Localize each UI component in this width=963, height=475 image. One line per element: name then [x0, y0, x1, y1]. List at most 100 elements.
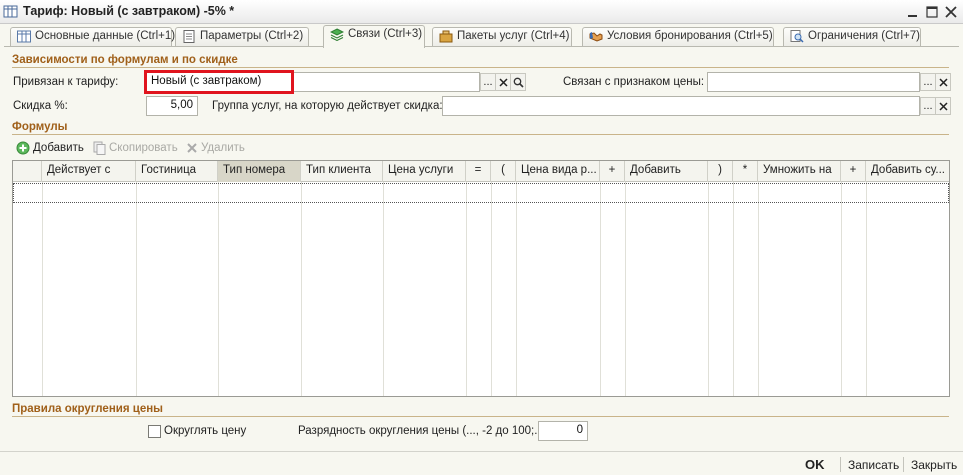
window-title: Тариф: Новый (с завтраком) -5% * — [23, 4, 235, 18]
document-icon — [183, 30, 195, 43]
title-bar: Тариф: Новый (с завтраком) -5% * — [0, 0, 963, 24]
search-doc-icon — [790, 30, 804, 43]
tariff-clear-button[interactable] — [495, 73, 511, 91]
column-header[interactable]: Цена услуги — [383, 161, 466, 182]
discount-input[interactable]: 5,00 — [146, 96, 198, 116]
service-group-label: Группа услуг, на которую действует скидк… — [212, 100, 443, 112]
table-row[interactable] — [13, 183, 949, 203]
add-icon — [16, 141, 30, 155]
copy-icon — [93, 141, 106, 155]
column-header[interactable]: Гостиница — [136, 161, 218, 182]
column-header[interactable]: Добавить — [625, 161, 708, 182]
tab-label: Связи (Ctrl+3) — [348, 28, 423, 40]
tab-label: Пакеты услуг (Ctrl+4) — [457, 30, 570, 42]
price-sign-label: Связан с признаком цены: — [563, 76, 705, 88]
maximize-icon[interactable] — [924, 4, 940, 20]
delete-button[interactable]: Удалить — [186, 140, 245, 156]
tariff-window: Тариф: Новый (с завтраком) -5% * Основны… — [0, 0, 963, 475]
tariff-label: Привязан к тарифу: — [13, 76, 119, 88]
column-header-marker[interactable] — [13, 161, 42, 182]
rounding-digits-input[interactable]: 0 — [538, 421, 588, 441]
column-header[interactable]: ) — [708, 161, 733, 182]
tab-parameters[interactable]: Параметры (Ctrl+2) — [175, 27, 309, 47]
close-button[interactable]: Закрыть — [911, 458, 957, 472]
round-price-checkbox[interactable] — [148, 425, 161, 438]
bottom-bar: OK Записать Закрыть — [0, 451, 963, 475]
discount-label: Скидка %: — [13, 100, 68, 112]
delete-icon — [187, 143, 197, 153]
tariff-open-button[interactable] — [510, 73, 526, 91]
column-header[interactable]: = — [466, 161, 491, 182]
tab-restrictions[interactable]: Ограничения (Ctrl+7) — [783, 27, 921, 47]
minimize-icon[interactable] — [905, 4, 921, 20]
tab-label: Ограничения (Ctrl+7) — [808, 30, 920, 42]
copy-button-label: Скопировать — [109, 142, 178, 154]
price-sign-clear-button[interactable] — [935, 73, 951, 91]
tab-label: Параметры (Ctrl+2) — [200, 30, 304, 42]
close-icon[interactable] — [943, 4, 959, 20]
column-divider — [625, 182, 626, 396]
column-header[interactable]: * — [733, 161, 758, 182]
tab-main-data[interactable]: Основные данные (Ctrl+1) — [10, 27, 176, 47]
column-header[interactable]: + — [841, 161, 866, 182]
clear-icon — [938, 101, 948, 111]
column-divider — [708, 182, 709, 396]
tab-links[interactable]: Связи (Ctrl+3) — [323, 25, 425, 48]
column-divider — [841, 182, 842, 396]
column-header[interactable]: Тип клиента — [301, 161, 383, 182]
column-header[interactable]: Умножить на — [758, 161, 841, 182]
column-header[interactable]: + — [600, 161, 625, 182]
price-sign-input[interactable] — [707, 72, 920, 92]
save-button[interactable]: Записать — [848, 458, 899, 472]
column-divider — [218, 182, 219, 396]
tariff-select-button[interactable]: ... — [480, 73, 496, 91]
column-header[interactable]: Тип номера — [218, 161, 301, 182]
service-group-select-button[interactable]: ... — [920, 97, 936, 115]
column-header[interactable]: Добавить су... — [866, 161, 949, 182]
column-divider — [491, 182, 492, 396]
ok-button[interactable]: OK — [805, 457, 825, 472]
service-group-clear-button[interactable] — [935, 97, 951, 115]
section-divider — [12, 67, 949, 68]
delete-button-label: Удалить — [201, 142, 245, 154]
add-button[interactable]: Добавить — [16, 140, 84, 156]
column-divider — [758, 182, 759, 396]
package-icon — [439, 30, 453, 43]
column-divider — [516, 182, 517, 396]
table-header: Действует с Гостиница Тип номера Тип кли… — [13, 161, 949, 182]
column-divider — [866, 182, 867, 396]
tab-booking-conditions[interactable]: Условия бронирования (Ctrl+5) — [582, 27, 774, 47]
section-title-formulas: Формулы — [12, 121, 68, 133]
separator — [903, 457, 904, 472]
column-divider — [600, 182, 601, 396]
tab-label: Основные данные (Ctrl+1) — [35, 30, 176, 42]
column-header[interactable]: Действует с — [42, 161, 136, 182]
section-divider — [12, 416, 949, 417]
column-divider — [301, 182, 302, 396]
copy-button[interactable]: Скопировать — [93, 140, 178, 156]
separator — [840, 457, 841, 472]
column-header[interactable]: Цена вида р... — [516, 161, 600, 182]
formulas-table[interactable]: Действует с Гостиница Тип номера Тип кли… — [12, 160, 950, 397]
tab-service-packages[interactable]: Пакеты услуг (Ctrl+4) — [432, 27, 572, 47]
round-price-label: Округлять цену — [164, 425, 247, 437]
column-divider — [42, 182, 43, 396]
table-icon — [3, 5, 18, 18]
clear-icon — [498, 77, 508, 87]
section-title-dependencies: Зависимости по формулам и по скидке — [12, 54, 238, 66]
column-header[interactable]: ( — [491, 161, 516, 182]
column-divider — [383, 182, 384, 396]
service-group-input[interactable] — [442, 96, 920, 116]
column-divider — [466, 182, 467, 396]
layers-icon — [330, 28, 344, 41]
section-title-rounding: Правила округления цены — [12, 403, 163, 415]
price-sign-select-button[interactable]: ... — [920, 73, 936, 91]
tab-label: Условия бронирования (Ctrl+5) — [607, 30, 773, 42]
column-divider — [136, 182, 137, 396]
table-icon — [17, 30, 31, 43]
tariff-input[interactable]: Новый (с завтраком) — [146, 72, 480, 92]
tab-bar: Основные данные (Ctrl+1) Параметры (Ctrl… — [0, 24, 963, 48]
clear-icon — [938, 77, 948, 87]
search-icon — [513, 77, 524, 88]
section-divider — [12, 134, 949, 135]
